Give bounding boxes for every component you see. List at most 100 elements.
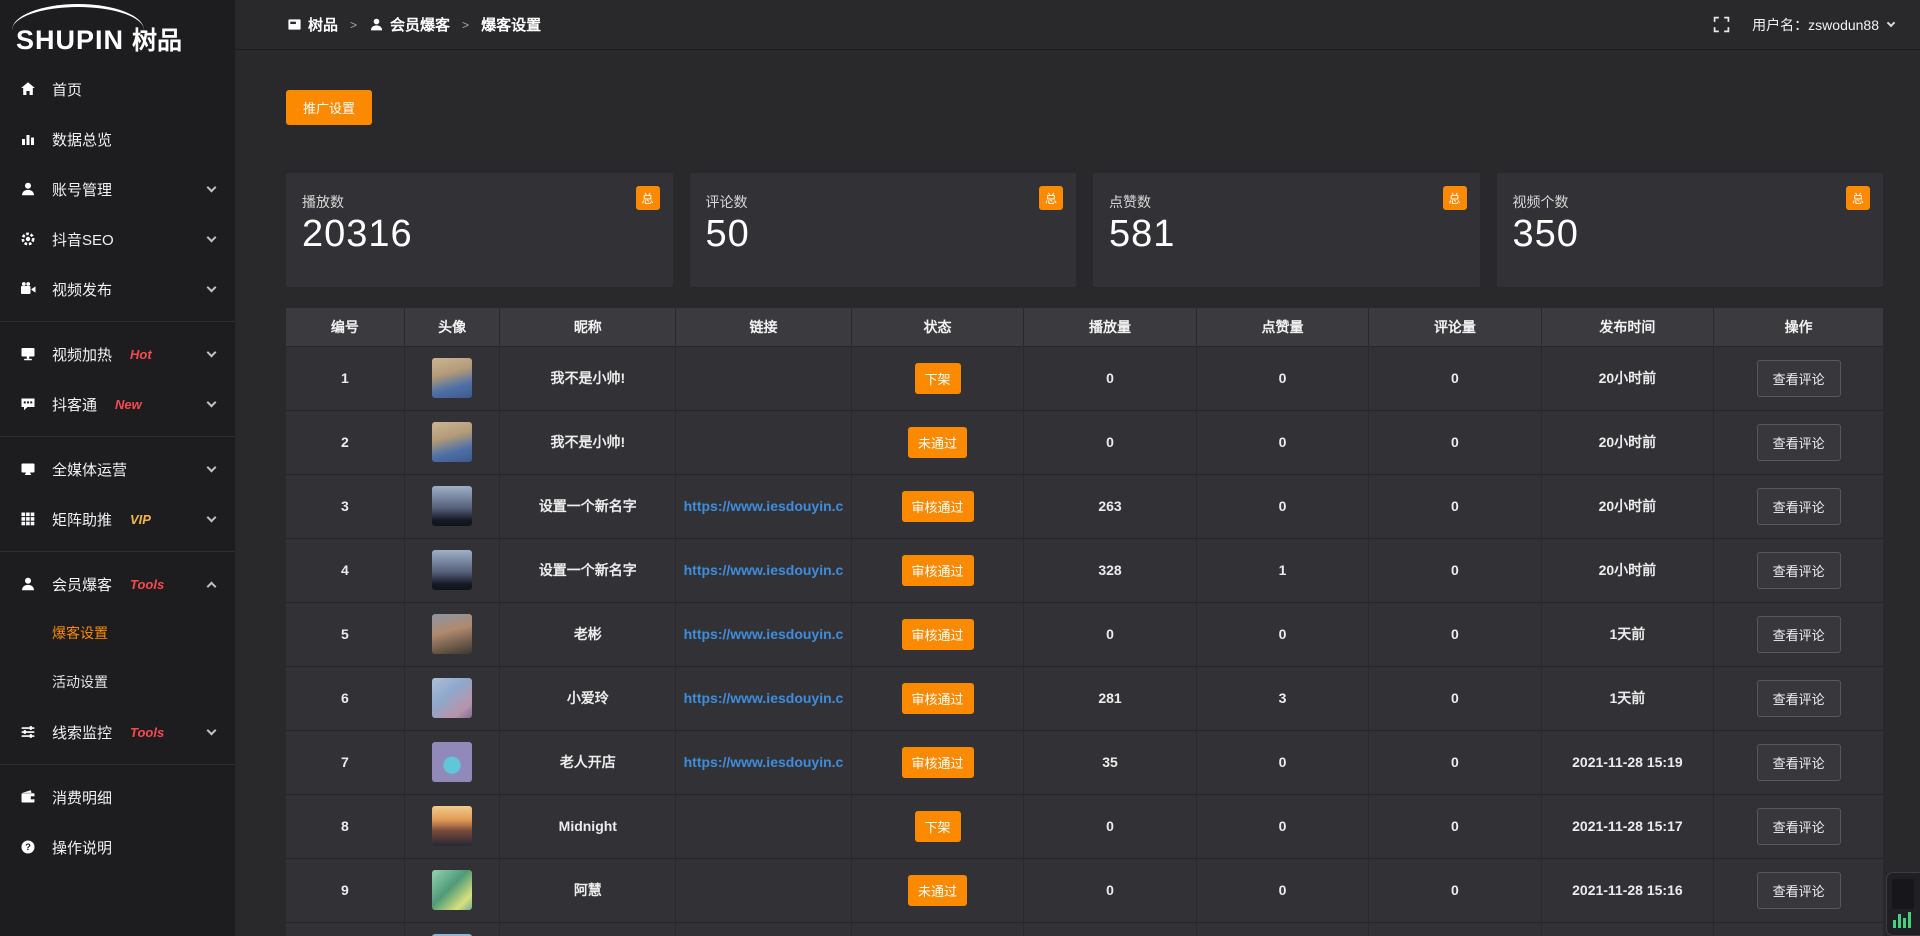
svg-text:?: ?: [25, 842, 31, 853]
video-link[interactable]: https://www.iesdouyin.c: [684, 754, 844, 770]
sidebar-item-8[interactable]: 矩阵助推VIP: [0, 494, 235, 544]
sidebar-item-0[interactable]: 首页: [0, 64, 235, 114]
video-link[interactable]: https://www.iesdouyin.c: [684, 626, 844, 642]
chevron-down-icon: [207, 183, 217, 193]
cell-comments: 0: [1369, 474, 1541, 538]
person-icon: [369, 17, 384, 33]
account-icon: [20, 181, 36, 197]
cell-action: 查看评论: [1714, 730, 1883, 794]
sidebar-item-4[interactable]: 视频发布: [0, 264, 235, 314]
view-comments-button[interactable]: 查看评论: [1757, 424, 1841, 461]
column-header: 状态: [851, 308, 1023, 346]
view-comments-button[interactable]: 查看评论: [1757, 744, 1841, 781]
cell-comments: 0: [1369, 538, 1541, 602]
view-comments-button[interactable]: 查看评论: [1757, 488, 1841, 525]
cell-likes: 0: [1196, 474, 1368, 538]
cell-time: 2021-11-28 15:16: [1541, 858, 1713, 922]
sidebar-item-label: 视频发布: [52, 279, 112, 300]
cell-avatar: [404, 730, 500, 794]
sidebar-item-5[interactable]: 视频加热Hot: [0, 329, 235, 379]
avatar: [432, 550, 472, 590]
sidebar-item-label: 视频加热: [52, 344, 112, 365]
sidebar-item-11[interactable]: 消费明细: [0, 772, 235, 822]
monitor-icon: [20, 461, 36, 477]
heat-icon: [20, 346, 36, 362]
cell-plays: [1024, 922, 1196, 936]
stat-label: 点赞数: [1109, 192, 1464, 212]
sidebar: SHUPIN 树品 首页数据总览账号管理抖音SEO视频发布视频加热Hot抖客通N…: [0, 0, 235, 936]
column-header: 评论量: [1369, 308, 1541, 346]
avatar: [432, 486, 472, 526]
stat-card: 点赞数581总: [1093, 173, 1480, 287]
view-comments-button[interactable]: 查看评论: [1757, 360, 1841, 397]
status-badge: 审核通过: [902, 491, 974, 522]
chat-icon: [20, 396, 36, 412]
wallet-icon: [20, 789, 36, 805]
floating-widget[interactable]: [1886, 872, 1920, 936]
view-comments-button[interactable]: 查看评论: [1757, 616, 1841, 653]
breadcrumb: 树品>会员爆客>爆客设置: [287, 14, 541, 35]
status-badge: 审核通过: [902, 619, 974, 650]
cell-plays: 0: [1024, 794, 1196, 858]
sidebar-item-6[interactable]: 抖客通New: [0, 379, 235, 429]
column-header: 编号: [286, 308, 404, 346]
cell-id: 9: [286, 858, 404, 922]
view-comments-button[interactable]: 查看评论: [1757, 872, 1841, 909]
status-badge: 下架: [915, 363, 961, 394]
cell-likes: 0: [1196, 346, 1368, 410]
sidebar-subitem[interactable]: 爆客设置: [0, 609, 235, 658]
table-row: 1我不是小帅!下架00020小时前查看评论: [286, 346, 1883, 410]
chevron-down-icon: [207, 463, 217, 473]
cell-time: 20小时前: [1541, 346, 1713, 410]
sidebar-item-9[interactable]: 会员爆客Tools: [0, 559, 235, 609]
view-comments-button[interactable]: 查看评论: [1757, 552, 1841, 589]
fullscreen-icon[interactable]: [1713, 16, 1730, 33]
video-link[interactable]: https://www.iesdouyin.c: [684, 690, 844, 706]
chevron-up-icon: [207, 581, 217, 591]
cell-nickname: Midnight: [500, 794, 676, 858]
cell-action: 查看评论: [1714, 794, 1883, 858]
cell-id: 1: [286, 346, 404, 410]
cell-action: 查看评论: [1714, 858, 1883, 922]
sidebar-item-3[interactable]: 抖音SEO: [0, 214, 235, 264]
view-comments-button[interactable]: 查看评论: [1757, 808, 1841, 845]
video-link[interactable]: https://www.iesdouyin.c: [684, 498, 844, 514]
sidebar-item-12[interactable]: ?操作说明: [0, 822, 235, 872]
help-icon: ?: [20, 839, 36, 855]
table-row: 3设置一个新名字https://www.iesdouyin.c审核通过26300…: [286, 474, 1883, 538]
column-header: 发布时间: [1541, 308, 1713, 346]
promo-settings-button[interactable]: 推广设置: [286, 90, 372, 125]
status-badge: 未通过: [908, 427, 967, 458]
view-comments-button[interactable]: 查看评论: [1757, 680, 1841, 717]
stat-cards: 播放数20316总评论数50总点赞数581总视频个数350总: [286, 173, 1883, 287]
sidebar-item-2[interactable]: 账号管理: [0, 164, 235, 214]
breadcrumb-item[interactable]: 爆客设置: [481, 14, 541, 35]
cell-avatar: [404, 538, 500, 602]
username-label: 用户名：: [1752, 15, 1808, 35]
video-link[interactable]: https://www.iesdouyin.c: [684, 562, 844, 578]
breadcrumb-item[interactable]: 树品: [287, 14, 338, 35]
gear-icon: [20, 231, 36, 247]
cell-avatar: [404, 410, 500, 474]
sidebar-item-10[interactable]: 线索监控Tools: [0, 707, 235, 757]
table-row: 2我不是小帅!未通过00020小时前查看评论: [286, 410, 1883, 474]
total-badge: 总: [1443, 186, 1467, 210]
sidebar-badge: New: [115, 397, 142, 412]
stat-label: 评论数: [706, 192, 1061, 212]
breadcrumb-item[interactable]: 会员爆客: [369, 14, 450, 35]
cell-status: 下架: [851, 346, 1023, 410]
sidebar-subitem[interactable]: 活动设置: [0, 658, 235, 707]
home-icon: [20, 81, 36, 97]
cell-comments: 0: [1369, 346, 1541, 410]
username-dropdown[interactable]: 用户名：zswodun88: [1752, 15, 1894, 35]
cell-time: 1天前: [1541, 666, 1713, 730]
sidebar-item-1[interactable]: 数据总览: [0, 114, 235, 164]
cell-id: 8: [286, 794, 404, 858]
sidebar-badge: Tools: [130, 725, 164, 740]
sidebar-nav: 首页数据总览账号管理抖音SEO 视频发布视频加热Hot抖客通New 全媒体运营矩阵助…: [0, 64, 235, 872]
column-header: 操作: [1714, 308, 1883, 346]
cell-action: 查看评论: [1714, 474, 1883, 538]
sidebar-item-7[interactable]: 全媒体运营: [0, 444, 235, 494]
total-badge: 总: [636, 186, 660, 210]
stat-value: 350: [1513, 213, 1868, 256]
